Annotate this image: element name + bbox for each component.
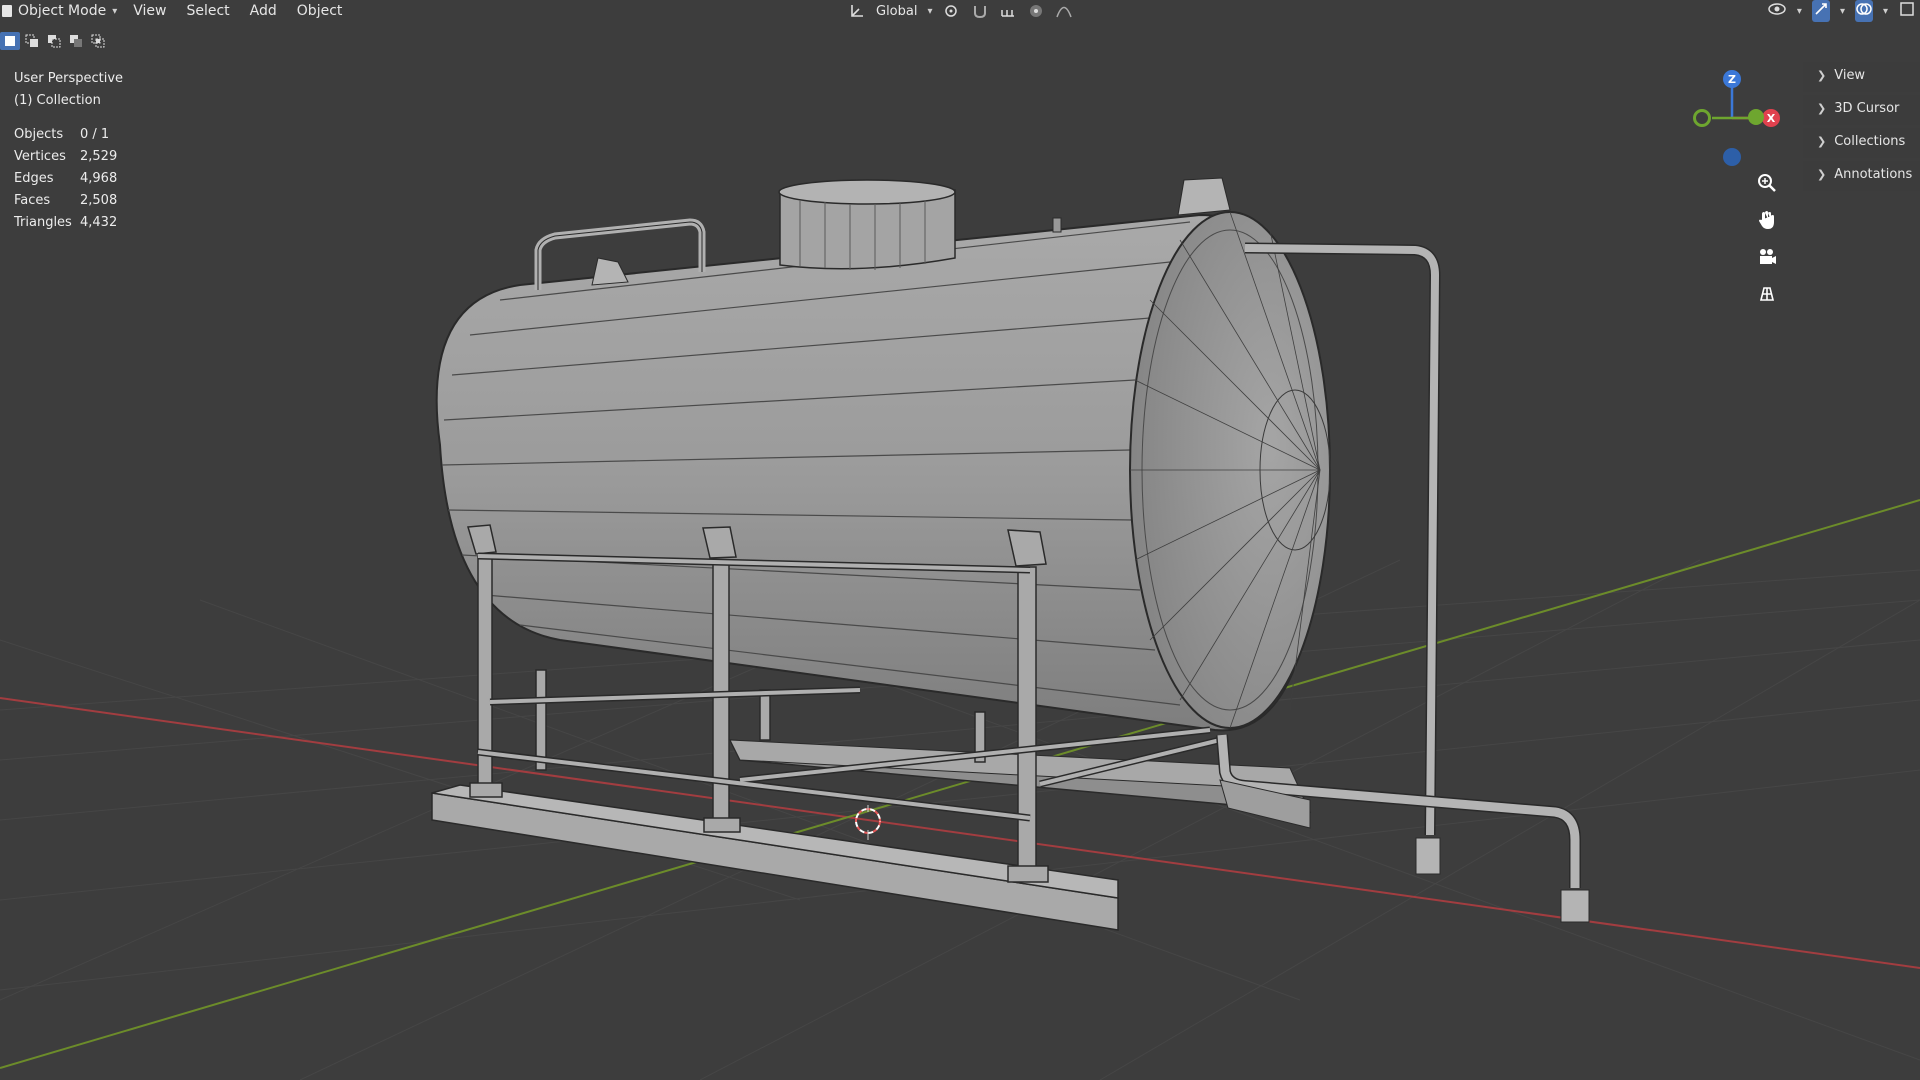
sidebar-item-label: 3D Cursor [1834, 101, 1900, 116]
x-axis-line [0, 697, 1920, 969]
camera-view-icon[interactable] [1752, 242, 1782, 272]
object-mode-icon [2, 5, 12, 17]
pipe-flange [1415, 837, 1441, 875]
3d-viewport[interactable]: Object Mode ▾ View Select Add Object Glo… [0, 0, 1920, 1080]
snap-icon[interactable] [971, 2, 989, 20]
chevron-right-icon: ❯ [1817, 69, 1827, 82]
tank-manway [778, 179, 956, 270]
transform-orientation-icon [848, 2, 866, 20]
pipe-flange [1560, 889, 1590, 923]
sidebar-item-label: View [1834, 68, 1866, 83]
gizmo-negative-z-axis[interactable] [1723, 148, 1741, 166]
stat-value: 4,968 [80, 171, 118, 186]
transform-orientation-dropdown[interactable]: Global [876, 4, 917, 19]
sidebar-item-collections[interactable]: ❯ Collections [1803, 128, 1920, 158]
gizmo-x-axis[interactable]: X [1762, 109, 1780, 127]
object-mode-label: Object Mode [18, 3, 107, 19]
sidebar-item-3d-cursor[interactable]: ❯ 3D Cursor [1803, 95, 1920, 125]
chevron-down-icon[interactable]: ▾ [1883, 6, 1888, 17]
object-mode-dropdown[interactable]: Object Mode ▾ [0, 0, 123, 22]
menu-add[interactable]: Add [240, 0, 287, 22]
stat-value: 4,432 [80, 215, 118, 230]
ortho-perspective-icon[interactable] [1752, 279, 1782, 309]
sidebar-item-view[interactable]: ❯ View [1803, 62, 1920, 92]
stat-value: 2,529 [80, 149, 118, 164]
proportional-editing-icon[interactable] [1027, 2, 1045, 20]
pan-hand-icon[interactable] [1752, 205, 1782, 235]
select-invert-icon[interactable] [66, 32, 86, 50]
stat-row: Triangles 4,432 [14, 212, 140, 234]
stat-label: Faces [14, 193, 51, 208]
select-extend-icon[interactable] [22, 32, 42, 50]
sidebar-item-label: Annotations [1834, 167, 1913, 182]
xray-icon[interactable] [1898, 0, 1916, 22]
tank-body [435, 211, 1331, 732]
chevron-down-icon[interactable]: ▾ [1840, 6, 1845, 17]
pivot-point-icon[interactable] [943, 2, 961, 20]
stat-row: Faces 2,508 [14, 190, 140, 212]
chevron-down-icon: ▾ [112, 5, 118, 17]
lifting-lug [1177, 177, 1231, 216]
zoom-icon[interactable] [1752, 168, 1782, 198]
menu-select[interactable]: Select [176, 0, 239, 22]
falloff-icon[interactable] [1055, 2, 1073, 20]
stat-value: 0 / 1 [80, 127, 110, 142]
select-intersect-icon[interactable] [88, 32, 108, 50]
navigation-gizmo[interactable]: Z X [1680, 64, 1790, 174]
visibility-icon[interactable] [1767, 1, 1787, 21]
sidebar-tabs: ❯ View ❯ 3D Cursor ❯ Collections ❯ Annot… [1803, 62, 1920, 194]
gizmo-y-axis[interactable] [1748, 109, 1764, 125]
view-name: User Perspective [14, 71, 124, 86]
collection-name: (1) Collection [14, 93, 101, 108]
chevron-down-icon[interactable]: ▾ [927, 6, 932, 17]
selection-mode-group [0, 32, 108, 52]
viewport-scene[interactable] [0, 0, 1920, 1080]
stat-label: Edges [14, 171, 54, 186]
gizmo-z-axis[interactable]: Z [1723, 70, 1741, 88]
chevron-right-icon: ❯ [1817, 135, 1827, 148]
gizmo-toggle-icon[interactable] [1811, 0, 1830, 22]
gizmo-negative-y-axis[interactable] [1693, 109, 1711, 127]
stat-label: Triangles [14, 215, 72, 230]
select-new-icon[interactable] [0, 32, 20, 50]
sidebar-item-annotations[interactable]: ❯ Annotations [1803, 161, 1920, 191]
select-subtract-icon[interactable] [44, 32, 64, 50]
sidebar-item-label: Collections [1834, 134, 1906, 149]
menu-object[interactable]: Object [287, 0, 353, 22]
snap-increment-icon[interactable] [999, 2, 1017, 20]
chevron-right-icon: ❯ [1817, 168, 1827, 181]
chevron-down-icon[interactable]: ▾ [1797, 6, 1802, 17]
lifting-lug [591, 257, 629, 286]
stat-row: Vertices 2,529 [14, 146, 140, 168]
chevron-right-icon: ❯ [1817, 102, 1827, 115]
menu-view[interactable]: View [123, 0, 176, 22]
stat-value: 2,508 [80, 193, 118, 208]
scene-statistics: Objects 0 / 1 Vertices 2,529 Edges 4,968… [14, 124, 140, 234]
viewport-header: Object Mode ▾ View Select Add Object Glo… [0, 0, 1920, 22]
viewport-info-overlay: User Perspective (1) Collection Objects … [14, 68, 140, 234]
stat-row: Objects 0 / 1 [14, 124, 140, 146]
overlays-icon[interactable] [1854, 0, 1873, 22]
stat-row: Edges 4,968 [14, 168, 140, 190]
stat-label: Objects [14, 127, 64, 142]
stat-label: Vertices [14, 149, 66, 164]
